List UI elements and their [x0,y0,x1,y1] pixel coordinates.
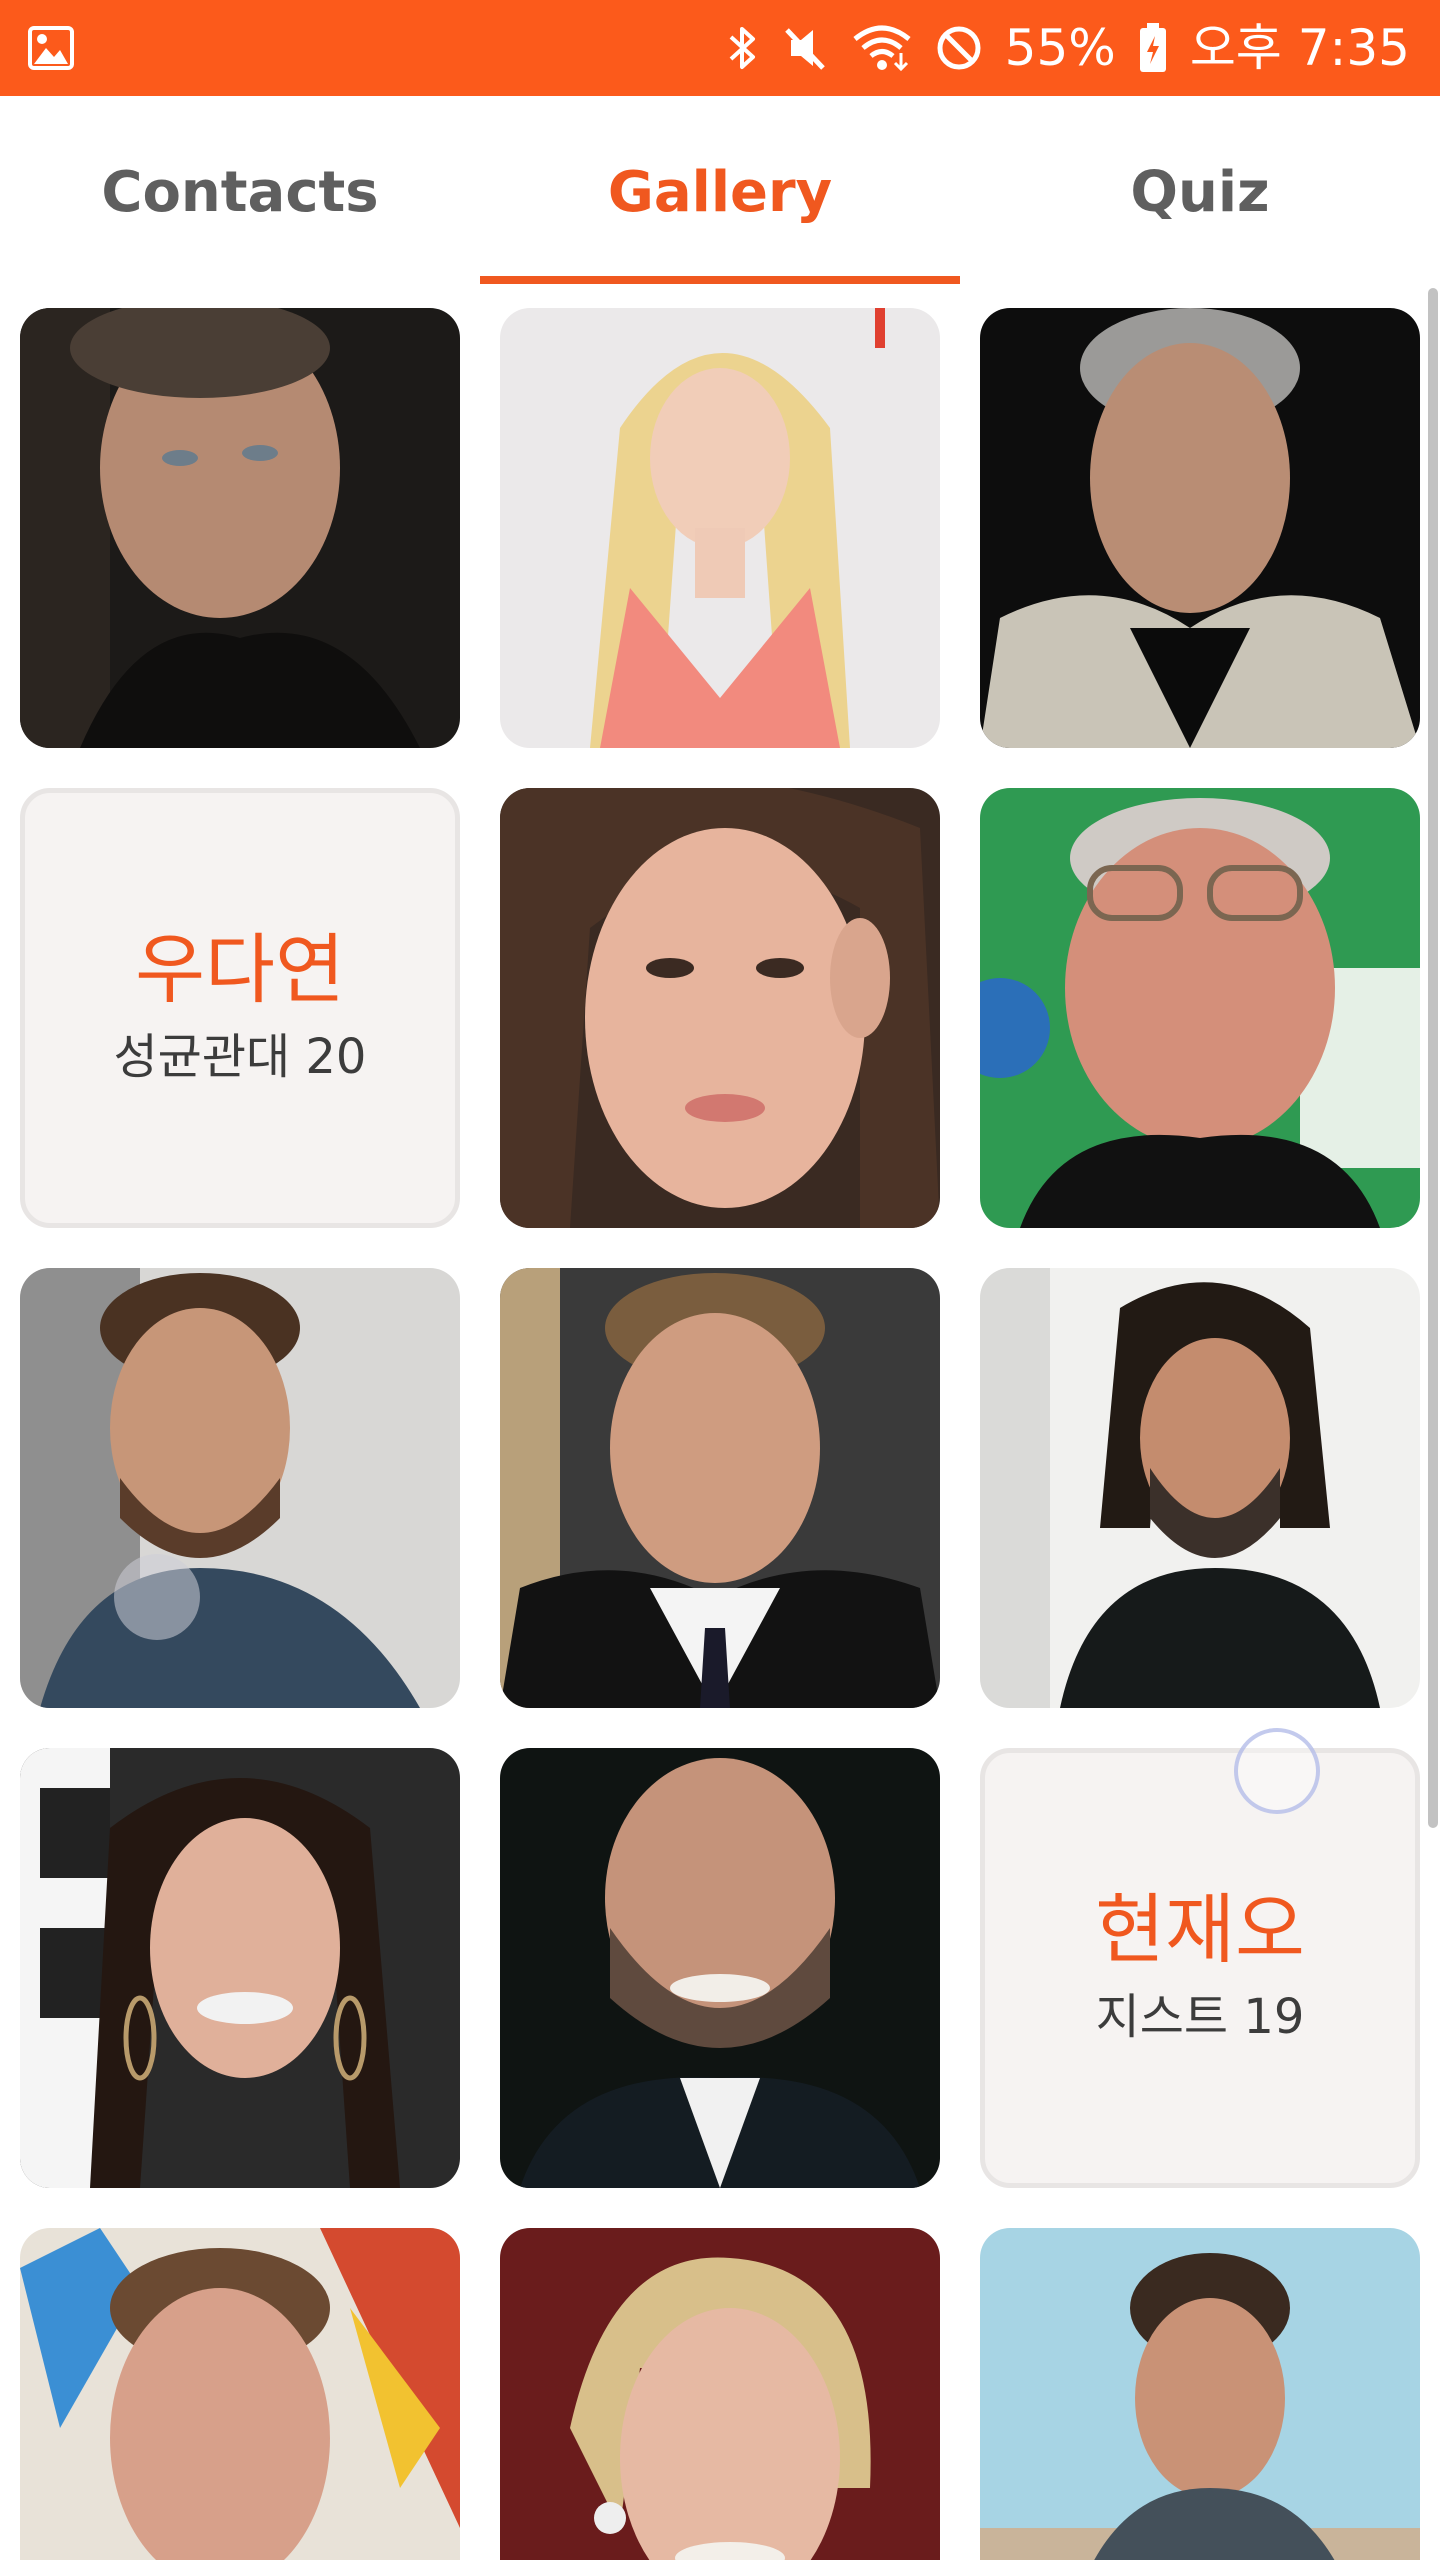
gallery-grid: 우다연 성균관대 20 현재오 지스트 19 [0,288,1440,2560]
battery-charging-icon [1138,22,1168,74]
mute-icon [781,24,829,72]
scrollbar[interactable] [1428,288,1438,1828]
gallery-photo[interactable] [980,788,1420,1228]
wifi-icon [851,23,913,73]
profile-card[interactable]: 우다연 성균관대 20 [20,788,460,1228]
gallery-photo[interactable] [980,308,1420,748]
gallery-photo[interactable] [500,308,940,748]
gallery-photo[interactable] [20,1748,460,2188]
gallery-photo[interactable] [20,308,460,748]
tab-quiz[interactable]: Quiz [960,96,1440,288]
tab-gallery[interactable]: Gallery [480,96,960,288]
touch-indicator [114,1554,200,1640]
gallery-photo[interactable] [20,1268,460,1708]
battery-percent: 55% [1004,19,1116,77]
active-tab-indicator [480,276,960,284]
profile-name: 우다연 [135,925,345,1014]
gallery-photo[interactable] [500,1748,940,2188]
profile-card[interactable]: 현재오 지스트 19 [980,1748,1420,2188]
do-not-disturb-icon [935,24,983,72]
gallery-photo[interactable] [980,2228,1420,2560]
touch-indicator [1234,1728,1320,1814]
bluetooth-icon [727,23,759,73]
profile-school-age: 성균관대 20 [113,1029,367,1085]
gallery-photo[interactable] [500,1268,940,1708]
gallery-photo[interactable] [20,2228,460,2560]
profile-name: 현재오 [1095,1885,1305,1974]
gallery-photo[interactable] [500,788,940,1228]
clock: 오후 7:35 [1189,19,1410,77]
gallery-image-icon [28,26,74,70]
gallery-photo[interactable] [500,2228,940,2560]
tab-contacts[interactable]: Contacts [0,96,480,288]
tab-bar: Contacts Gallery Quiz [0,96,1440,288]
status-bar: 55% 오후 7:35 [0,0,1440,96]
profile-school-age: 지스트 19 [1095,1989,1305,2045]
gallery-photo[interactable] [980,1268,1420,1708]
